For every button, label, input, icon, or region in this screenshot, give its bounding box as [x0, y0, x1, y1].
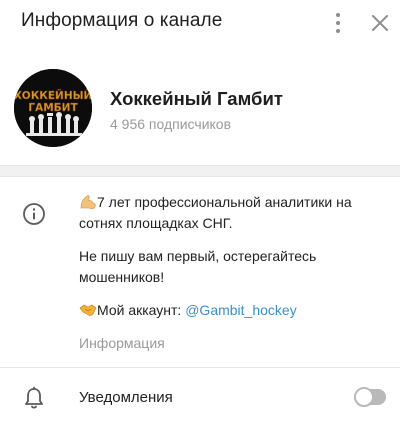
handshake-emoji — [79, 304, 97, 316]
svg-text:ХОККЕЙНЫЙ: ХОККЕЙНЫЙ — [14, 89, 92, 102]
channel-description: 7 лет профессиональной аналитики на сотн… — [79, 192, 379, 321]
description-line-1: 7 лет профессиональной аналитики на сотн… — [79, 192, 379, 234]
description-text-1: 7 лет профессиональной аналитики на сотн… — [79, 194, 352, 231]
account-handle-link[interactable]: @Gambit_hockey — [185, 302, 296, 318]
more-options-button[interactable] — [328, 11, 348, 35]
page-title: Информация о канале — [21, 10, 223, 31]
close-button[interactable] — [370, 13, 390, 33]
info-caption: Информация — [79, 335, 165, 351]
channel-name: Хоккейный Гамбит — [110, 88, 283, 109]
more-vertical-icon — [336, 13, 340, 17]
channel-profile: ХОККЕЙНЫЙ ГАМБИТ Хоккейный Гамбит 4 956 … — [0, 60, 400, 160]
description-text-2: Не пишу вам первый, остерегайтесь мошенн… — [79, 248, 317, 285]
channel-info-section: 7 лет профессиональной аналитики на сотн… — [0, 178, 400, 358]
section-separator — [0, 165, 400, 177]
notifications-label: Уведомления — [79, 389, 173, 406]
hockey-gambit-logo: ХОККЕЙНЫЙ ГАМБИТ — [14, 69, 92, 147]
bell-icon — [25, 386, 43, 409]
svg-text:ГАМБИТ: ГАМБИТ — [28, 102, 78, 114]
close-icon — [372, 15, 388, 31]
subscriber-count: 4 956 подписчиков — [110, 116, 232, 132]
description-line-3: Мой аккаунт: @Gambit_hockey — [79, 300, 379, 321]
info-icon — [23, 203, 45, 225]
toggle-knob — [354, 387, 374, 407]
notifications-toggle[interactable] — [354, 387, 386, 407]
flexed-biceps-emoji — [80, 195, 96, 209]
channel-avatar[interactable]: ХОККЕЙНЫЙ ГАМБИТ — [14, 69, 92, 147]
description-line-2: Не пишу вам первый, остерегайтесь мошенн… — [79, 246, 379, 288]
app-header: Информация о канале — [0, 0, 400, 48]
account-label: Мой аккаунт: — [97, 302, 186, 318]
notifications-row[interactable]: Уведомления — [0, 368, 400, 430]
